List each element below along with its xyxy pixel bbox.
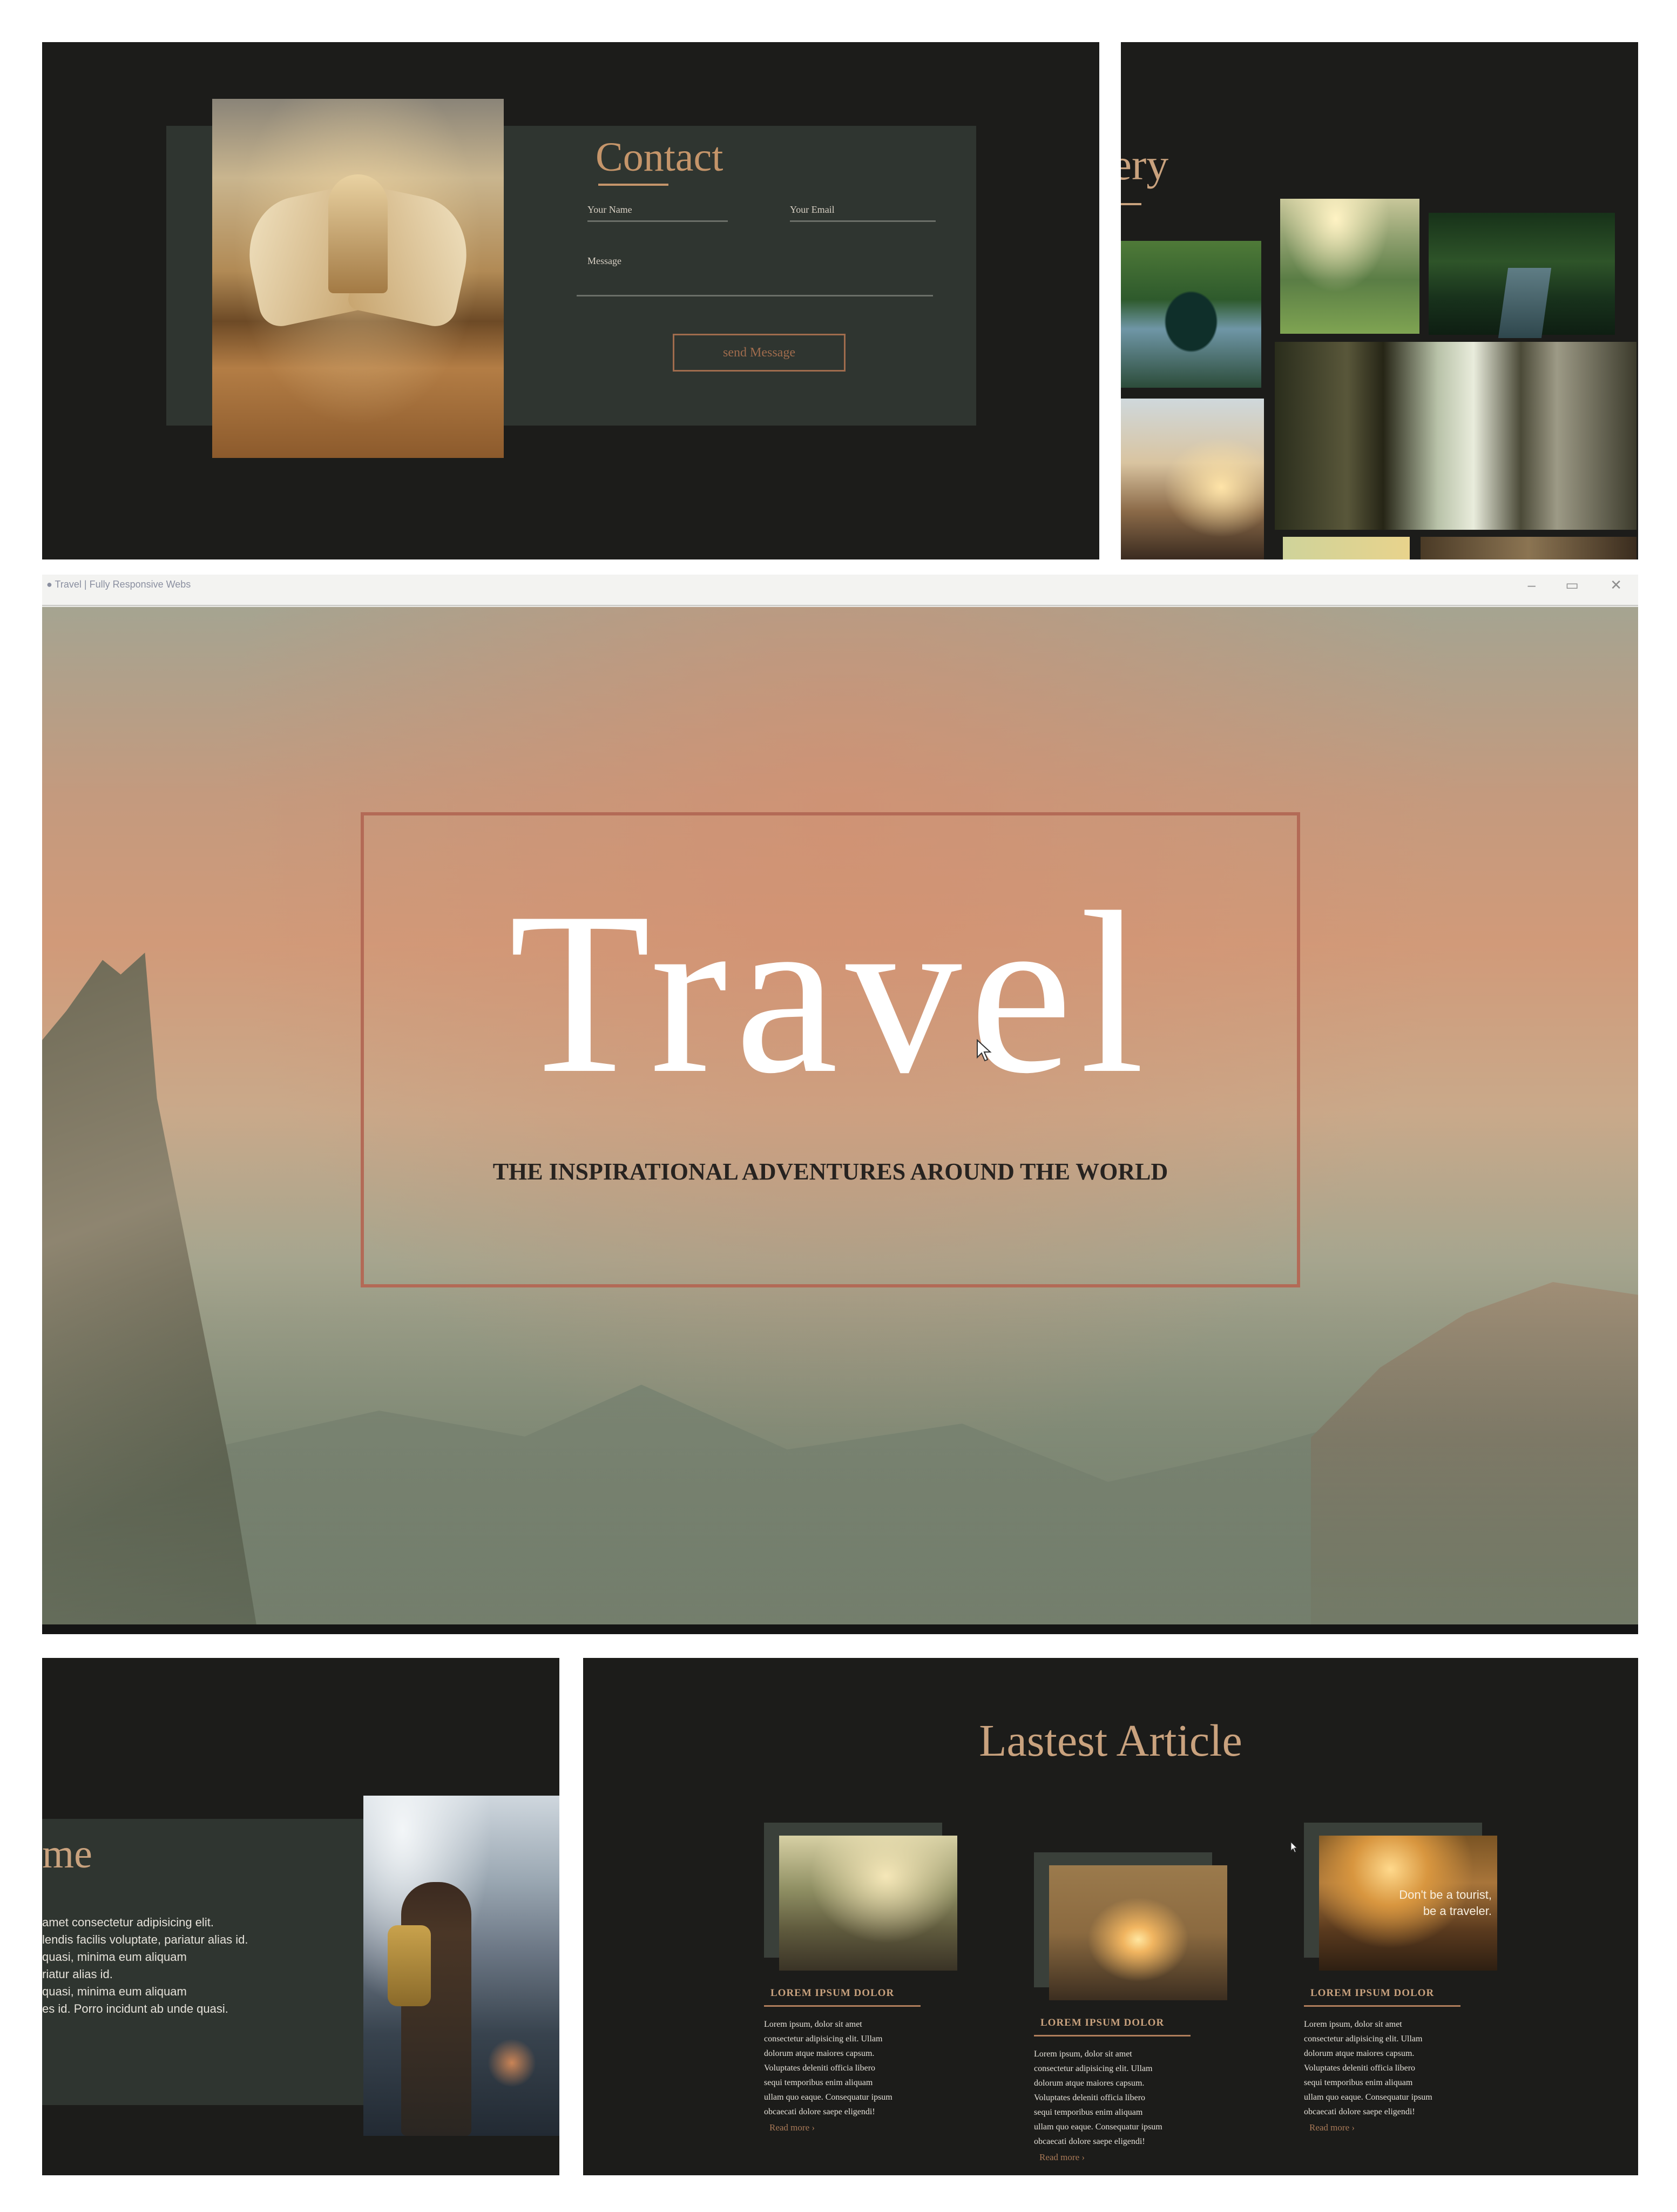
gallery-image-partial-2[interactable] xyxy=(1421,537,1637,559)
contact-section-screenshot: Contact Your Name Your Email Message sen… xyxy=(42,42,1099,559)
article-image-sunset-photographer[interactable] xyxy=(1049,1865,1227,2000)
lens-flare xyxy=(488,2039,536,2087)
about-title: me xyxy=(42,1831,92,1877)
article-title[interactable]: LOREM IPSUM DOLOR xyxy=(770,1987,894,1999)
hero-subtitle: THE INSPIRATIONAL ADVENTURES AROUND THE … xyxy=(492,1158,1168,1185)
gallery-title: llery xyxy=(1121,140,1169,189)
gallery-image-redwood-forest[interactable] xyxy=(1275,342,1637,530)
article-title-underline xyxy=(764,2005,921,2007)
article-excerpt: Lorem ipsum, dolor sit amet consectetur … xyxy=(1304,2020,1432,2116)
article-title-underline xyxy=(1034,2035,1191,2036)
message-field-label: Message xyxy=(587,255,621,266)
mouse-cursor-icon xyxy=(977,1039,992,1062)
browser-tab-title[interactable]: ● Travel | Fully Responsive Webs xyxy=(46,579,191,590)
read-more-link[interactable]: Read more › xyxy=(769,2122,815,2133)
traveler-figure xyxy=(401,1882,471,2136)
traveler-backpack-photo xyxy=(363,1796,559,2136)
book-photo xyxy=(212,99,504,458)
articles-section-screenshot: Lastest Article LOREM IPSUM DOLOR Lorem … xyxy=(583,1658,1638,2175)
article-image-hiker-valley[interactable] xyxy=(779,1836,957,1971)
article-title[interactable]: LOREM IPSUM DOLOR xyxy=(1310,1987,1434,1999)
about-section-screenshot: me amet consectetur adipisicing elit. le… xyxy=(42,1658,559,2175)
gallery-image-bridge-reflection[interactable] xyxy=(1121,241,1261,388)
message-field[interactable] xyxy=(577,295,933,296)
email-field[interactable] xyxy=(790,220,936,222)
hero-title: Travel xyxy=(509,865,1152,1122)
contact-title: Contact xyxy=(596,134,723,180)
read-more-link[interactable]: Read more › xyxy=(1039,2152,1085,2163)
backpack xyxy=(388,1925,431,2006)
valley-haze xyxy=(42,1282,1638,1634)
article-excerpt: Lorem ipsum, dolor sit amet consectetur … xyxy=(764,2020,892,2116)
article-title-underline xyxy=(1304,2005,1460,2007)
mouse-cursor-icon xyxy=(1290,1842,1298,1853)
gallery-section-screenshot: llery xyxy=(1121,42,1638,559)
email-field-label: Your Email xyxy=(790,204,835,215)
maximize-icon[interactable]: ▭ xyxy=(1565,577,1579,594)
heart-fold xyxy=(328,174,388,293)
about-paragraph: amet consectetur adipisicing elit. lendi… xyxy=(42,1916,248,2015)
gallery-title-underline xyxy=(1121,203,1141,205)
gallery-image-partial-1[interactable] xyxy=(1283,537,1410,559)
articles-title: Lastest Article xyxy=(979,1716,1242,1766)
hero-section-screenshot: ● Travel | Fully Responsive Webs – ▭ ✕ T… xyxy=(42,575,1638,1634)
name-field-label: Your Name xyxy=(587,204,632,215)
gallery-image-hiker-sunrise[interactable] xyxy=(1280,199,1419,334)
article-image-road-van[interactable]: Don't be a tourist, be a traveler. xyxy=(1319,1836,1497,1971)
image-quote: Don't be a tourist, be a traveler. xyxy=(1399,1888,1492,1918)
hero-bottom-edge xyxy=(42,1624,1638,1634)
article-excerpt: Lorem ipsum, dolor sit amet consectetur … xyxy=(1034,2049,1162,2146)
gallery-image-cliff-sunset[interactable] xyxy=(1121,399,1264,559)
browser-chrome: ● Travel | Fully Responsive Webs – ▭ ✕ xyxy=(42,575,1638,606)
close-icon[interactable]: ✕ xyxy=(1610,577,1622,594)
send-message-button[interactable]: send Message xyxy=(673,334,846,372)
read-more-link[interactable]: Read more › xyxy=(1309,2122,1355,2133)
article-title[interactable]: LOREM IPSUM DOLOR xyxy=(1040,2017,1164,2029)
gallery-image-forest-bridge[interactable] xyxy=(1429,213,1615,335)
minimize-icon[interactable]: – xyxy=(1528,577,1536,594)
name-field[interactable] xyxy=(587,220,728,222)
contact-title-underline xyxy=(598,184,668,186)
